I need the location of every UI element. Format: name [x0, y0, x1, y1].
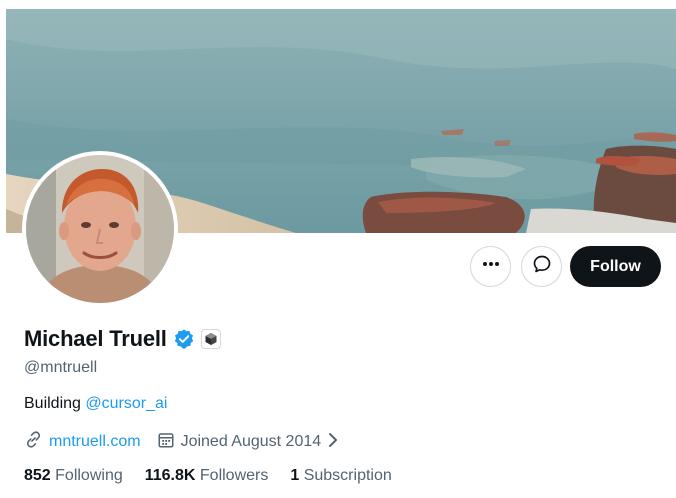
followers-label: Followers — [195, 467, 269, 484]
website-link[interactable]: mntruell.com — [49, 433, 141, 451]
chevron-right-icon — [327, 432, 339, 453]
joined-item[interactable]: Joined August 2014 — [157, 431, 340, 454]
followers-stat[interactable]: 116.8K Followers — [145, 467, 269, 485]
stats-row: 852 Following 116.8K Followers 1 Subscri… — [24, 467, 414, 485]
calendar-icon — [157, 431, 175, 454]
more-icon — [481, 254, 501, 279]
top-strip — [0, 0, 676, 9]
affiliate-badge-icon[interactable] — [200, 329, 221, 349]
user-handle: @mntruell — [24, 359, 98, 376]
followers-count: 116.8K — [144, 467, 196, 484]
subscriptions-stat[interactable]: 1 Subscription — [290, 467, 391, 485]
more-button[interactable] — [470, 246, 511, 287]
verified-badge-icon[interactable] — [173, 328, 195, 350]
display-name: Michael Truell — [24, 326, 167, 351]
name-row: Michael Truell — [24, 326, 221, 352]
message-icon — [532, 254, 552, 279]
following-stat[interactable]: 852 Following — [24, 467, 123, 485]
bio-mention-link[interactable]: @cursor_ai — [85, 395, 167, 412]
profile-meta: mntruell.com Joined August 2014 — [24, 430, 355, 454]
following-count: 852 — [24, 467, 51, 484]
bio: Building @cursor_ai — [24, 395, 167, 413]
website-item[interactable]: mntruell.com — [24, 430, 141, 454]
link-icon — [24, 430, 43, 454]
subscriptions-count: 1 — [290, 467, 300, 484]
bio-text: Building — [24, 395, 86, 412]
follow-button[interactable]: Follow — [570, 246, 661, 287]
following-label: Following — [50, 467, 123, 484]
subscriptions-label: Subscription — [299, 467, 392, 484]
joined-date: Joined August 2014 — [180, 433, 322, 450]
avatar[interactable] — [22, 151, 178, 307]
message-button[interactable] — [521, 246, 562, 287]
